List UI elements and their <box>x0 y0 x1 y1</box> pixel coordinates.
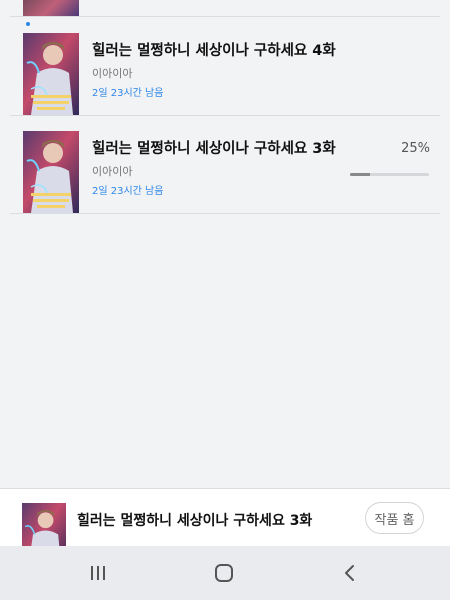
episode-author: 이아이아 <box>92 67 133 80</box>
now-reading-thumbnail[interactable] <box>22 503 66 547</box>
episode-author: 이아이아 <box>92 165 133 178</box>
home-icon[interactable] <box>214 563 234 583</box>
now-reading-title[interactable]: 힐러는 멀쩡하니 세상이나 구하세요 3화 <box>77 510 312 530</box>
now-reading-bar[interactable]: 힐러는 멀쩡하니 세상이나 구하세요 3화 작품 홈 <box>0 488 450 547</box>
back-icon[interactable] <box>340 563 360 583</box>
episode-item-4[interactable]: 힐러는 멀쩡하니 세상이나 구하세요 4화 이아이아 2일 23시간 남음 <box>0 17 450 116</box>
previous-episode-thumbnail[interactable] <box>23 0 79 16</box>
progress-percent: 25% <box>401 141 430 156</box>
progress-bar-fill <box>350 173 370 176</box>
episode-item-3[interactable]: 힐러는 멀쩡하니 세상이나 구하세요 3화 이아이아 2일 23시간 남음 25… <box>0 115 450 214</box>
episode-thumbnail[interactable] <box>23 131 79 213</box>
system-navigation-bar <box>0 546 450 600</box>
time-remaining: 2일 23시간 남음 <box>92 186 164 197</box>
episode-thumbnail[interactable] <box>23 33 79 115</box>
progress-bar <box>350 173 429 176</box>
episode-title[interactable]: 힐러는 멀쩡하니 세상이나 구하세요 3화 <box>92 137 336 158</box>
recent-apps-icon[interactable] <box>88 563 108 583</box>
episode-title[interactable]: 힐러는 멀쩡하니 세상이나 구하세요 4화 <box>92 39 336 60</box>
time-remaining: 2일 23시간 남음 <box>92 88 164 99</box>
divider <box>10 213 440 214</box>
series-home-button[interactable]: 작품 홈 <box>365 502 424 534</box>
